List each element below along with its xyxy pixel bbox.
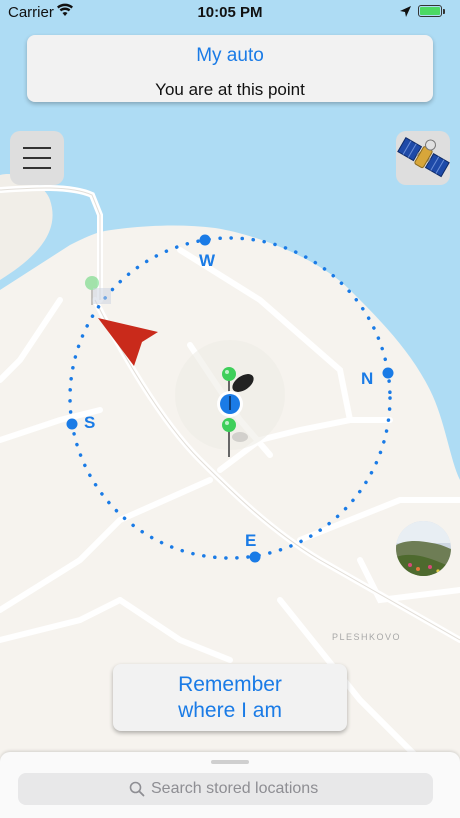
info-card-subtitle: You are at this point [155,80,305,99]
compass-label-n: N [361,369,373,388]
search-input[interactable] [151,777,411,801]
sheet-grabber[interactable] [211,760,249,764]
user-location-dot [217,391,243,417]
location-arrow-icon [400,4,411,21]
menu-button[interactable] [10,131,64,185]
info-card[interactable]: My auto You are at this point [27,35,433,102]
satellite-icon [397,137,450,178]
remember-button-line1: Remember [178,673,282,696]
remember-button-line2: where I am [178,699,282,722]
location-photo-thumbnail[interactable] [396,521,451,576]
remember-location-button[interactable]: Remember where I am [113,664,347,731]
compass-marker-e [249,551,261,563]
compass-marker-n [382,367,394,379]
town-label: PLESHKOVO [332,632,401,642]
search-icon [129,781,145,802]
bottom-sheet[interactable] [0,752,460,818]
compass-label-s: S [84,413,95,432]
compass-label-w: W [199,251,216,270]
battery-icon [418,5,445,17]
compass-marker-s [66,418,78,430]
satellite-view-button[interactable] [396,131,450,185]
compass-label-e: E [245,531,256,550]
status-time: 10:05 PM [197,4,263,21]
compass-marker-w [199,234,211,246]
status-bar: Carrier 10:05 PM [0,0,460,26]
search-field[interactable] [18,773,433,805]
info-card-title[interactable]: My auto [27,45,433,67]
